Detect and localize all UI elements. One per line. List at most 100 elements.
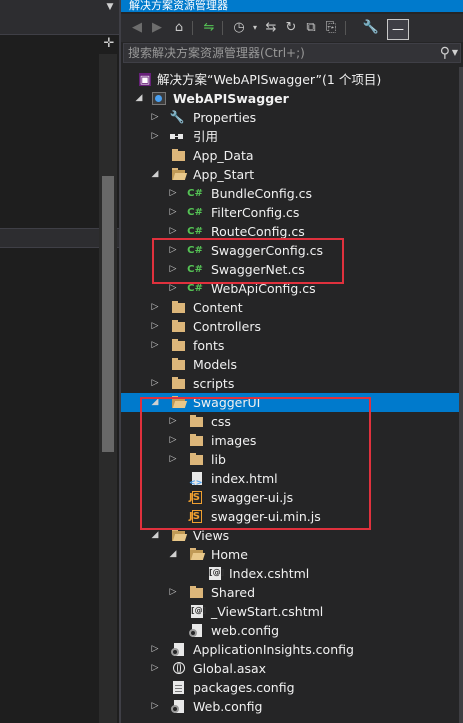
- tree-item-label: web.config: [211, 623, 280, 638]
- expand-arrow-icon[interactable]: ▷: [149, 659, 161, 678]
- csharp-file-icon: C#: [187, 207, 203, 218]
- tree-item-label: ApplicationInsights.config: [193, 642, 354, 657]
- collapse-arrow-icon[interactable]: ◢: [167, 545, 179, 564]
- expand-arrow-icon[interactable]: ▷: [149, 298, 161, 317]
- tree-item-label: scripts: [193, 376, 235, 391]
- solution-explorer: 解决方案资源管理器 ◀ ▶ ⌂ ⇋ ◷ ▾ ⇆ ↻ ⧉ ⎘ 🔧 — ⚲ ▼ ▣ …: [121, 0, 463, 723]
- tree-item-label: Content: [193, 300, 243, 315]
- search-box[interactable]: ⚲ ▼: [123, 43, 461, 63]
- solution-explorer-toolbar: ◀ ▶ ⌂ ⇋ ◷ ▾ ⇆ ↻ ⧉ ⎘ 🔧 —: [121, 14, 463, 42]
- tree-node-scripts[interactable]: ▷ scripts: [121, 374, 463, 393]
- tree-item-label: BundleConfig.cs: [211, 186, 312, 201]
- tree-item-label: Shared: [211, 585, 256, 600]
- tree-node-app-start[interactable]: ◢ App_Start: [121, 165, 463, 184]
- expand-arrow-icon[interactable]: ▷: [167, 583, 179, 602]
- tree-node-content[interactable]: ▷ Content: [121, 298, 463, 317]
- toolbar-separator: [345, 21, 346, 35]
- folder-icon: [171, 300, 187, 315]
- cshtml-file-icon: [@]: [189, 604, 206, 619]
- tree-node-fonts[interactable]: ▷ fonts: [121, 336, 463, 355]
- expand-arrow-icon[interactable]: ▷: [149, 127, 161, 146]
- sync-icon[interactable]: ⇆: [261, 18, 281, 38]
- open-folder-icon: [189, 547, 206, 562]
- tree-node-filterconfig[interactable]: ▷ C# FilterConfig.cs: [121, 203, 463, 222]
- collapse-arrow-icon[interactable]: ◢: [133, 89, 145, 108]
- show-all-files-icon[interactable]: ⎘: [321, 18, 341, 38]
- tree-node-web-config[interactable]: ▷ Web.config: [121, 697, 463, 716]
- folder-icon: [171, 148, 187, 163]
- folder-icon: [189, 585, 205, 600]
- solution-tree: ▣ 解决方案“WebAPISwagger”(1 个项目) ◢ WebAPISwa…: [121, 67, 463, 723]
- tree-node-viewstart-cshtml[interactable]: [@] _ViewStart.cshtml: [121, 602, 463, 621]
- search-options-dropdown-icon[interactable]: ▼: [452, 44, 458, 62]
- tree-item-label: Web.config: [193, 699, 263, 714]
- properties-icon[interactable]: 🔧: [361, 18, 381, 38]
- expand-arrow-icon[interactable]: ▷: [149, 640, 161, 659]
- tree-node-global-asax[interactable]: ▷ Global.asax: [121, 659, 463, 678]
- folder-icon: [171, 357, 187, 372]
- forward-icon[interactable]: ▶: [147, 18, 167, 38]
- refresh-icon[interactable]: ↻: [281, 18, 301, 38]
- tree-item-label: Models: [193, 357, 238, 372]
- tree-scrollbar[interactable]: [459, 67, 463, 723]
- expand-arrow-icon[interactable]: ▷: [149, 336, 161, 355]
- toolbar-separator: [192, 21, 193, 35]
- folder-icon: [171, 376, 187, 391]
- editor-tab-bar: ▼ ✛: [0, 0, 121, 51]
- tree-item-label: packages.config: [193, 680, 295, 695]
- tree-node-home[interactable]: ◢ Home: [121, 545, 463, 564]
- tree-node-models[interactable]: Models: [121, 355, 463, 374]
- tree-item-label: fonts: [193, 338, 225, 353]
- tree-item-label: Index.cshtml: [229, 566, 310, 581]
- expand-arrow-icon[interactable]: ▷: [167, 184, 179, 203]
- expand-arrow-icon[interactable]: ▷: [167, 203, 179, 222]
- expand-arrow-icon[interactable]: ▷: [149, 317, 161, 336]
- tree-node-properties[interactable]: ▷ 🔧 Properties: [121, 108, 463, 127]
- editor-scrollbar-thumb[interactable]: [102, 176, 114, 452]
- folder-icon: [171, 319, 187, 334]
- tree-node-solution[interactable]: ▣ 解决方案“WebAPISwagger”(1 个项目): [121, 70, 463, 89]
- collapse-all-icon[interactable]: ⧉: [301, 18, 321, 38]
- tree-node-packages-config[interactable]: packages.config: [121, 678, 463, 697]
- cshtml-file-icon: [@]: [207, 566, 224, 581]
- split-editor-icon[interactable]: ✛: [100, 36, 118, 52]
- expand-arrow-icon[interactable]: ▷: [149, 108, 161, 127]
- solution-explorer-titlebar[interactable]: 解决方案资源管理器: [121, 0, 463, 12]
- tree-item-label: 引用: [193, 129, 219, 144]
- tree-node-controllers[interactable]: ▷ Controllers: [121, 317, 463, 336]
- home-icon[interactable]: ⌂: [169, 18, 189, 38]
- highlight-box-swagger-cs: [152, 238, 344, 284]
- csharp-file-icon: C#: [187, 226, 203, 237]
- preview-selected-icon[interactable]: —: [387, 19, 409, 40]
- tree-item-label: FilterConfig.cs: [211, 205, 300, 220]
- toolbar-separator: [222, 21, 223, 35]
- folder-icon: [171, 338, 187, 353]
- tree-node-project[interactable]: ◢ WebAPISwagger: [121, 89, 463, 108]
- wrench-icon: 🔧: [169, 110, 185, 124]
- tree-item-label: App_Data: [193, 148, 254, 163]
- tree-item-label: Controllers: [193, 319, 261, 334]
- project-label: WebAPISwagger: [173, 91, 289, 106]
- tree-node-views-web-config[interactable]: web.config: [121, 621, 463, 640]
- open-folder-icon: [171, 528, 188, 543]
- expand-arrow-icon[interactable]: ▷: [149, 374, 161, 393]
- open-folder-icon: [171, 167, 188, 182]
- web-project-icon: [151, 91, 167, 106]
- collapse-arrow-icon[interactable]: ◢: [149, 165, 161, 184]
- expand-arrow-icon[interactable]: ▷: [149, 697, 161, 716]
- tab-dropdown-icon[interactable]: ▼: [104, 0, 116, 14]
- search-icon[interactable]: ⚲: [440, 44, 450, 62]
- switch-views-icon[interactable]: ⇋: [199, 18, 219, 38]
- tree-node-shared[interactable]: ▷ Shared: [121, 583, 463, 602]
- search-input[interactable]: [128, 44, 418, 62]
- back-icon[interactable]: ◀: [127, 18, 147, 38]
- tree-item-label: Global.asax: [193, 661, 267, 676]
- tree-node-references[interactable]: ▷ 引用: [121, 127, 463, 146]
- tree-node-app-data[interactable]: App_Data: [121, 146, 463, 165]
- tree-node-applicationinsights-config[interactable]: ▷ ApplicationInsights.config: [121, 640, 463, 659]
- tree-item-label: Properties: [193, 110, 257, 125]
- highlight-box-swaggerui-folder: [140, 397, 371, 530]
- tree-node-bundleconfig[interactable]: ▷ C# BundleConfig.cs: [121, 184, 463, 203]
- tree-node-index-cshtml[interactable]: [@] Index.cshtml: [121, 564, 463, 583]
- config-file-icon: [189, 623, 205, 638]
